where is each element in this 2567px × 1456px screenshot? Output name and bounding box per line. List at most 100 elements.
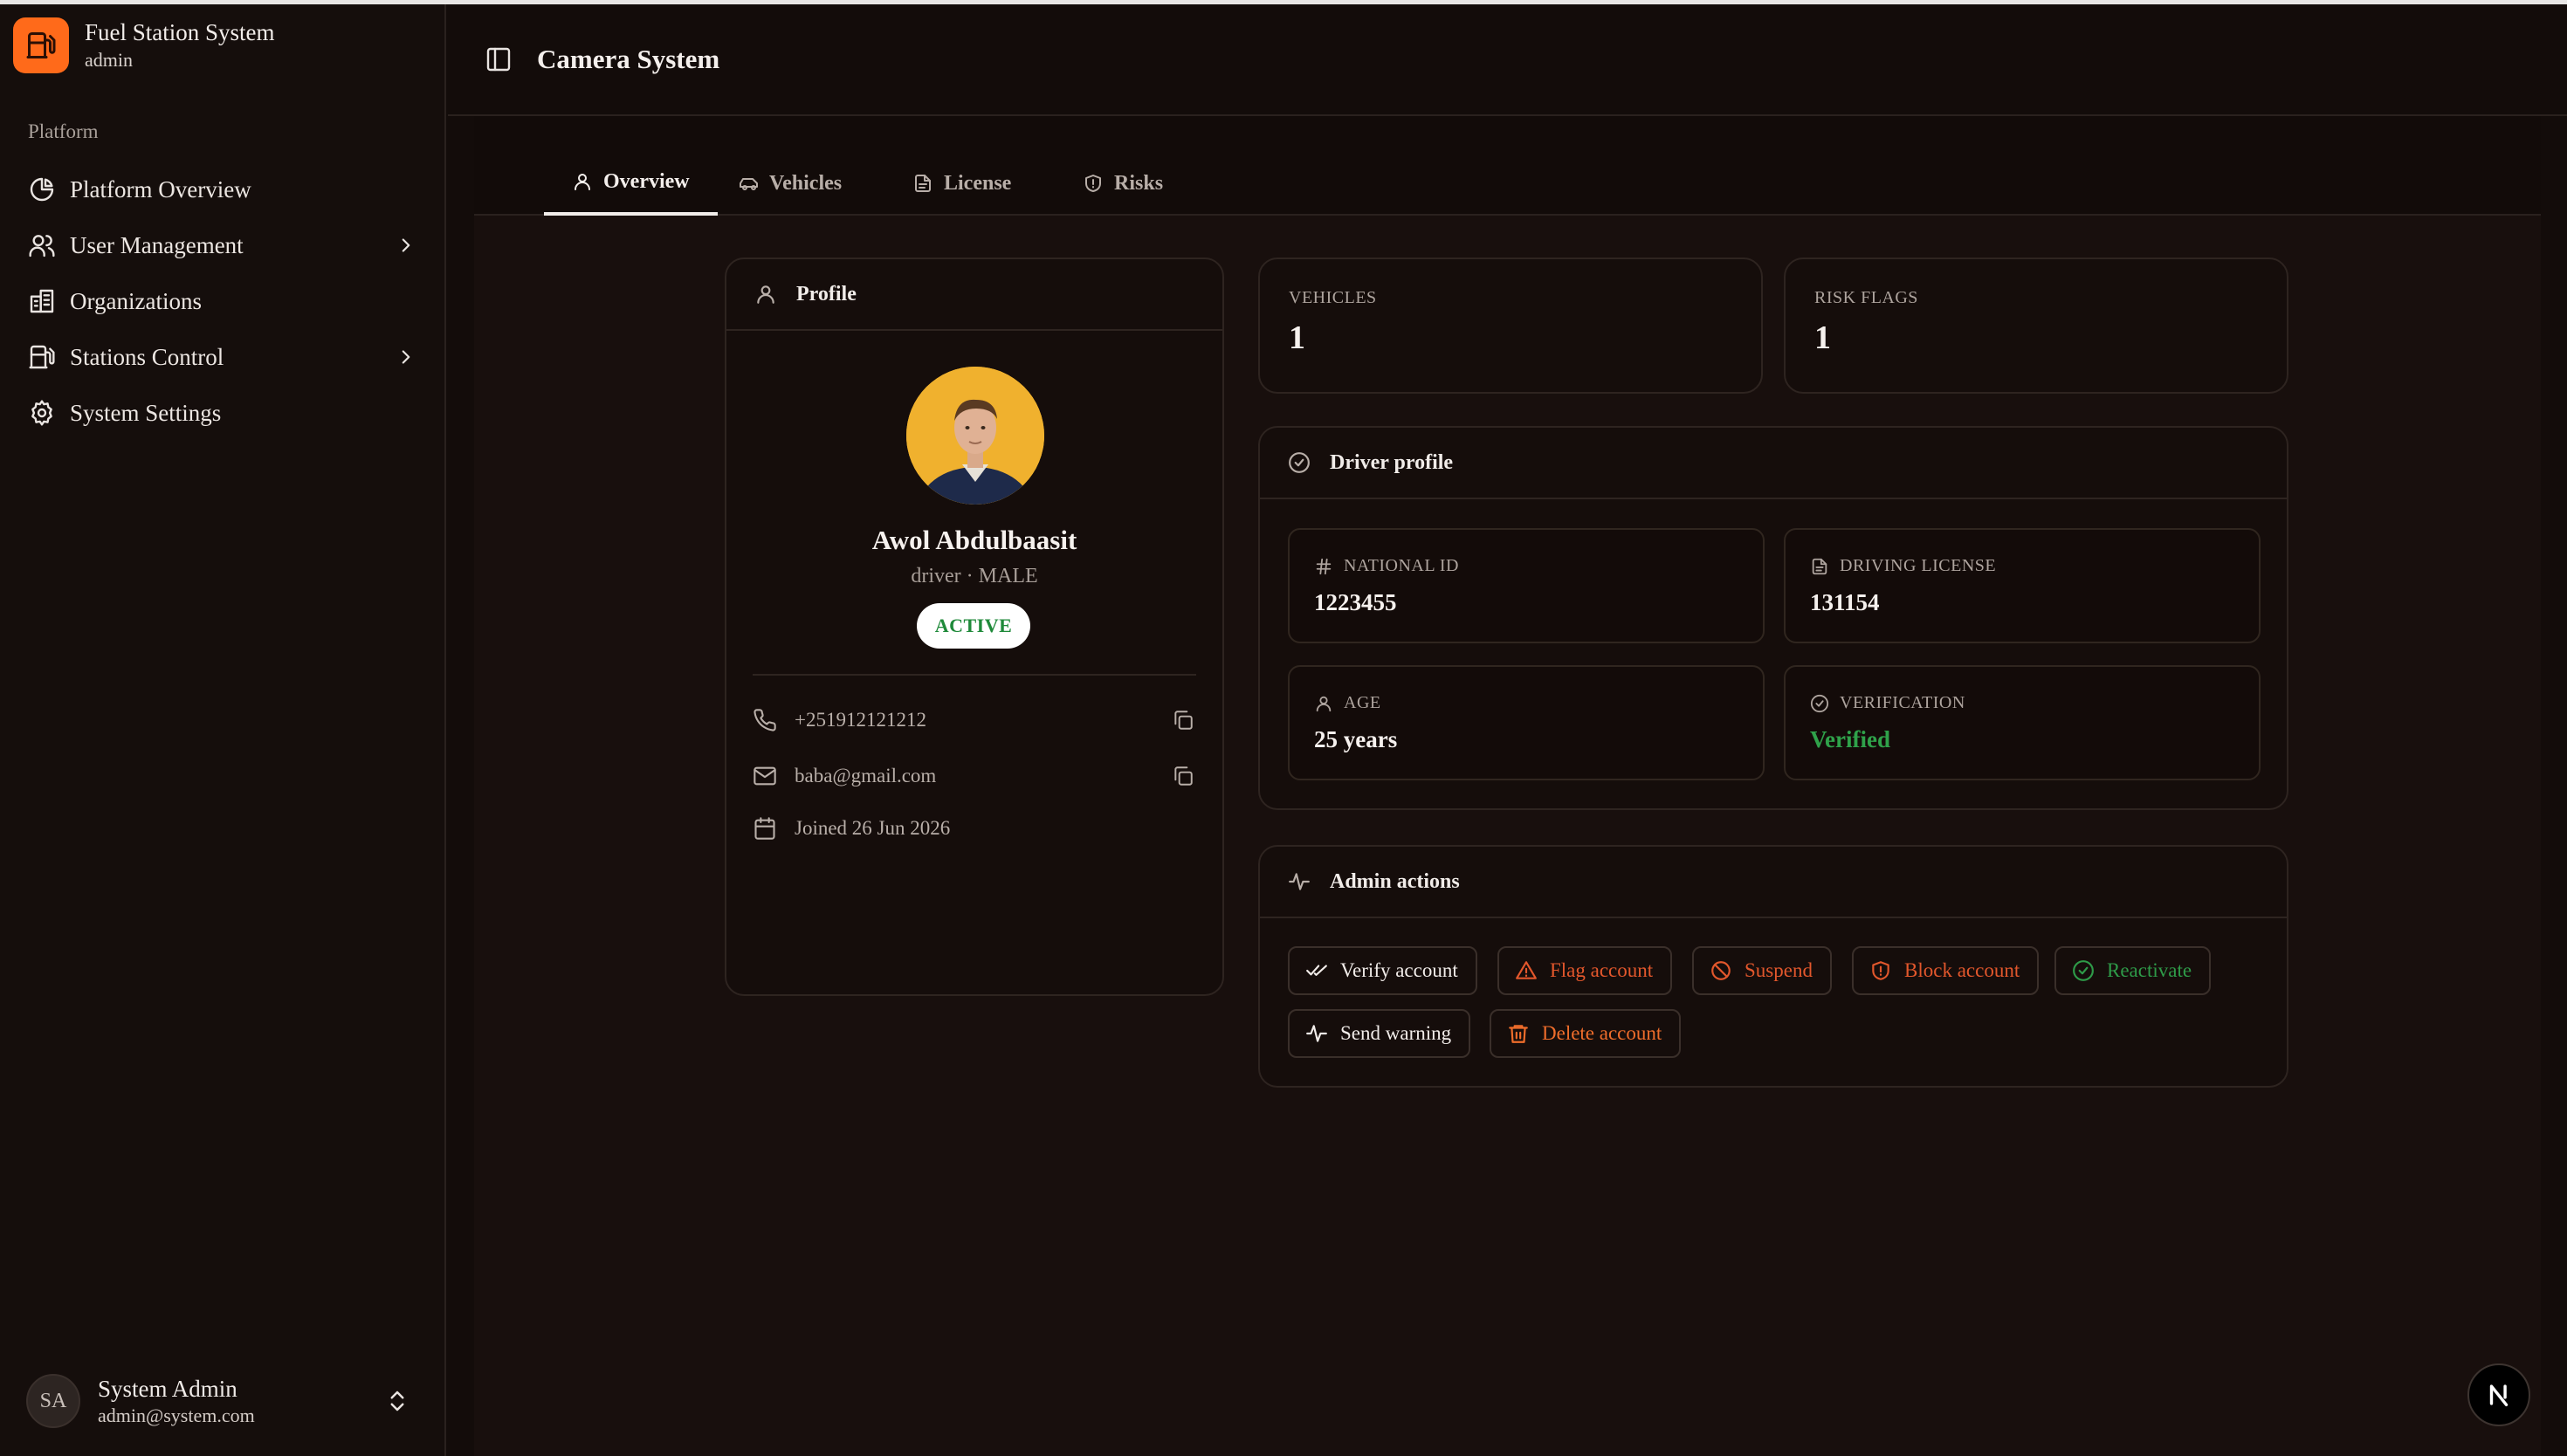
app-title: Fuel Station System (85, 19, 275, 45)
check-circle-icon (2072, 959, 2095, 982)
brand[interactable]: Fuel Station System admin (13, 17, 275, 73)
check-circle-icon (1810, 694, 1829, 713)
tab-overview[interactable]: Overview (544, 151, 718, 216)
joined-date: Joined 26 Jun 2026 (795, 817, 951, 839)
sidebar-item-stations-control[interactable]: Stations Control (12, 329, 433, 385)
tab-label: Overview (603, 169, 690, 193)
car-icon (738, 173, 759, 194)
mail-icon (753, 764, 777, 788)
nextjs-dev-badge-icon[interactable] (2467, 1363, 2530, 1426)
email-row: baba@gmail.com (753, 759, 1194, 793)
gear-icon (28, 399, 56, 427)
sidebar-item-organizations[interactable]: Organizations (12, 273, 433, 329)
sidebar-item-user-management[interactable]: User Management (12, 217, 433, 273)
stat-value: 1 (1814, 319, 1831, 356)
user-name: System Admin (98, 1376, 237, 1402)
sidebar-toggle-icon[interactable] (485, 45, 513, 73)
joined-row: Joined 26 Jun 2026 (753, 811, 1194, 846)
profile-card: Profile Awol Abdulbaasit driver · MALE A… (725, 258, 1224, 996)
sidebar-item-label: User Management (70, 231, 244, 258)
national-id-value: 1223455 (1314, 589, 1397, 615)
driver-avatar (906, 367, 1044, 505)
copy-icon[interactable] (1172, 765, 1194, 787)
top-header: Camera System (448, 4, 2567, 116)
status-badge: ACTIVE (917, 603, 1030, 649)
sidebar-item-platform-overview[interactable]: Platform Overview (12, 161, 433, 217)
page-title: Camera System (537, 44, 720, 74)
file-icon (1810, 557, 1829, 576)
verify-account-button[interactable]: Verify account (1288, 946, 1477, 995)
tab-license[interactable]: License (884, 151, 1039, 216)
user-icon (572, 171, 593, 192)
driver-name: Awol Abdulbaasit (871, 525, 1077, 555)
sidebar: Fuel Station System admin Platform Platf… (0, 4, 446, 1456)
hash-icon (1314, 557, 1333, 576)
suspend-button[interactable]: Suspend (1692, 946, 1832, 995)
send-warning-button[interactable]: Send warning (1288, 1009, 1471, 1058)
vehicles-stat-card: VEHICLES 1 (1258, 258, 1763, 394)
info-label: AGE (1344, 693, 1381, 712)
chevrons-up-down-icon (384, 1388, 410, 1414)
driver-role-gender: driver · MALE (911, 565, 1038, 587)
app-role: admin (85, 49, 133, 71)
tab-risks[interactable]: Risks (1055, 151, 1191, 216)
age-value: 25 years (1314, 726, 1398, 752)
activity-icon (1305, 1022, 1328, 1045)
info-label: DRIVING LICENSE (1840, 556, 1997, 575)
shield-alert-icon (1869, 959, 1892, 982)
copy-icon[interactable] (1172, 709, 1194, 731)
flag-account-button[interactable]: Flag account (1497, 946, 1673, 995)
profile-heading: Profile (796, 282, 857, 306)
email-address: baba@gmail.com (795, 765, 937, 786)
delete-account-button[interactable]: Delete account (1490, 1009, 1682, 1058)
info-label: VERIFICATION (1840, 693, 1965, 712)
sidebar-nav: Platform Overview User Management Organi… (12, 161, 433, 441)
fuel-pump-logo-icon (13, 17, 69, 73)
trash-icon (1507, 1022, 1530, 1045)
alert-triangle-icon (1515, 959, 1538, 982)
divider (753, 674, 1196, 676)
phone-icon (753, 708, 777, 732)
sidebar-section-label: Platform (28, 120, 99, 142)
tab-label: License (944, 171, 1012, 195)
sidebar-item-label: Stations Control (70, 343, 224, 370)
user-icon (1314, 694, 1333, 713)
file-icon (912, 173, 933, 194)
calendar-icon (753, 816, 777, 841)
admin-actions-heading: Admin actions (1330, 869, 1460, 893)
building-icon (28, 287, 56, 315)
driver-profile-heading: Driver profile (1330, 450, 1454, 474)
pie-chart-icon (28, 175, 56, 203)
phone-row: +251912121212 (753, 703, 1194, 738)
verification-value: Verified (1810, 726, 1890, 752)
activity-icon (1288, 870, 1311, 893)
user-icon (754, 283, 777, 306)
check-check-icon (1305, 959, 1328, 982)
chevron-right-icon (395, 234, 417, 257)
verification-box: VERIFICATION Verified (1784, 665, 2261, 780)
user-email: admin@system.com (98, 1404, 255, 1426)
block-account-button[interactable]: Block account (1852, 946, 2040, 995)
sidebar-item-label: Platform Overview (70, 175, 251, 203)
chevron-right-icon (395, 346, 417, 368)
tab-label: Risks (1114, 171, 1164, 195)
check-circle-icon (1288, 451, 1311, 474)
age-box: AGE 25 years (1288, 665, 1765, 780)
driving-license-box: DRIVING LICENSE 131154 (1784, 528, 2261, 643)
main-content: Overview Vehicles License Risks Profile … (474, 116, 2541, 1456)
phone-number: +251912121212 (795, 709, 926, 731)
app-window: Fuel Station System admin Platform Platf… (0, 0, 2567, 1456)
risk-flags-stat-card: RISK FLAGS 1 (1784, 258, 2288, 394)
tab-vehicles[interactable]: Vehicles (710, 151, 870, 216)
tab-bar: Overview Vehicles License Risks (474, 116, 2541, 216)
stat-value: 1 (1289, 319, 1305, 356)
reactivate-button[interactable]: Reactivate (2054, 946, 2212, 995)
driver-profile-card: Driver profile NATIONAL ID 1223455 DRIVI… (1258, 426, 2288, 810)
fuel-pump-icon (28, 343, 56, 371)
driving-license-value: 131154 (1810, 589, 1880, 615)
info-label: NATIONAL ID (1344, 556, 1459, 575)
user-menu[interactable]: SA System Admin admin@system.com (26, 1372, 419, 1430)
shield-icon (1083, 173, 1104, 194)
sidebar-item-label: System Settings (70, 399, 222, 426)
sidebar-item-system-settings[interactable]: System Settings (12, 385, 433, 441)
